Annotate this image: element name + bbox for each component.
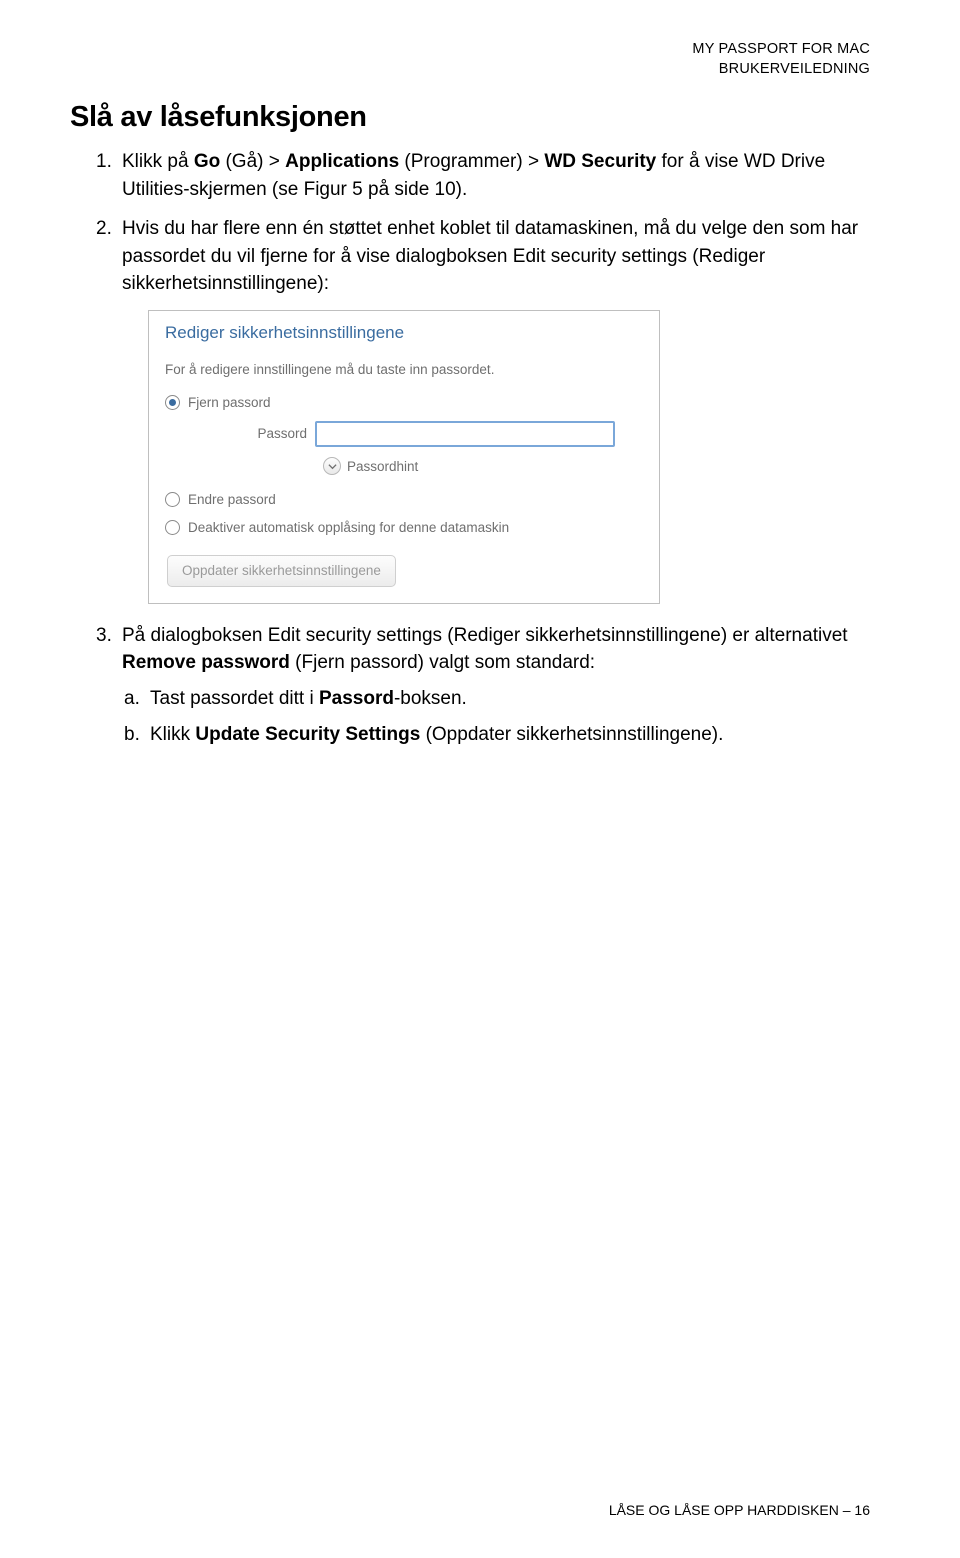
password-input[interactable]: [315, 421, 615, 447]
page-footer: LÅSE OG LÅSE OPP HARDDISKEN – 16: [609, 1502, 870, 1518]
step-3b-content: Klikk Update Security Settings (Oppdater…: [150, 721, 723, 749]
document-header: MY PASSPORT FOR MAC BRUKERVEILEDNING: [70, 40, 870, 79]
step-1-content: Klikk på Go (Gå) > Applications (Program…: [122, 148, 870, 203]
password-field-row: Passord: [235, 421, 643, 447]
numbered-list: 1. Klikk på Go (Gå) > Applications (Prog…: [96, 148, 870, 756]
edit-security-dialog: Rediger sikkerhetsinnstillingene For å r…: [148, 310, 660, 604]
header-line-2: BRUKERVEILEDNING: [70, 60, 870, 80]
radio-remove-password[interactable]: Fjern passord: [165, 393, 643, 413]
step-3-sublist: a. Tast passordet ditt i Passord-boksen.…: [122, 685, 870, 748]
radio-change-password[interactable]: Endre passord: [165, 490, 643, 510]
radio-disable-label: Deaktiver automatisk opplåsing for denne…: [188, 518, 509, 538]
radio-icon: [165, 395, 180, 410]
step-3a: a. Tast passordet ditt i Passord-boksen.: [122, 685, 870, 713]
step-3b-marker: b.: [122, 721, 150, 749]
chevron-down-icon: [323, 457, 341, 475]
radio-change-label: Endre passord: [188, 490, 276, 510]
step-2: 2. Hvis du har flere enn én støttet enhe…: [96, 215, 870, 298]
radio-icon: [165, 520, 180, 535]
step-3a-content: Tast passordet ditt i Passord-boksen.: [150, 685, 467, 713]
radio-disable-autounlock[interactable]: Deaktiver automatisk opplåsing for denne…: [165, 518, 643, 538]
step-3b: b. Klikk Update Security Settings (Oppda…: [122, 721, 870, 749]
step-1: 1. Klikk på Go (Gå) > Applications (Prog…: [96, 148, 870, 203]
dialog-instruction: For å redigere innstillingene må du tast…: [165, 360, 643, 380]
step-2-content: Hvis du har flere enn én støttet enhet k…: [122, 215, 870, 298]
password-hint-toggle[interactable]: Passordhint: [323, 457, 643, 477]
password-label: Passord: [235, 424, 315, 444]
step-3-marker: 3.: [96, 622, 122, 756]
step-1-marker: 1.: [96, 148, 122, 203]
dialog-screenshot: Rediger sikkerhetsinnstillingene For å r…: [148, 310, 870, 604]
dialog-title: Rediger sikkerhetsinnstillingene: [165, 321, 643, 346]
update-security-button[interactable]: Oppdater sikkerhetsinnstillingene: [167, 555, 396, 587]
header-line-1: MY PASSPORT FOR MAC: [70, 40, 870, 60]
step-2-marker: 2.: [96, 215, 122, 298]
radio-remove-label: Fjern passord: [188, 393, 271, 413]
step-3a-marker: a.: [122, 685, 150, 713]
radio-icon: [165, 492, 180, 507]
step-3-content: På dialogboksen Edit security settings (…: [122, 622, 870, 756]
section-title: Slå av låsefunksjonen: [70, 101, 870, 134]
password-hint-label: Passordhint: [347, 457, 418, 477]
step-3: 3. På dialogboksen Edit security setting…: [96, 622, 870, 756]
